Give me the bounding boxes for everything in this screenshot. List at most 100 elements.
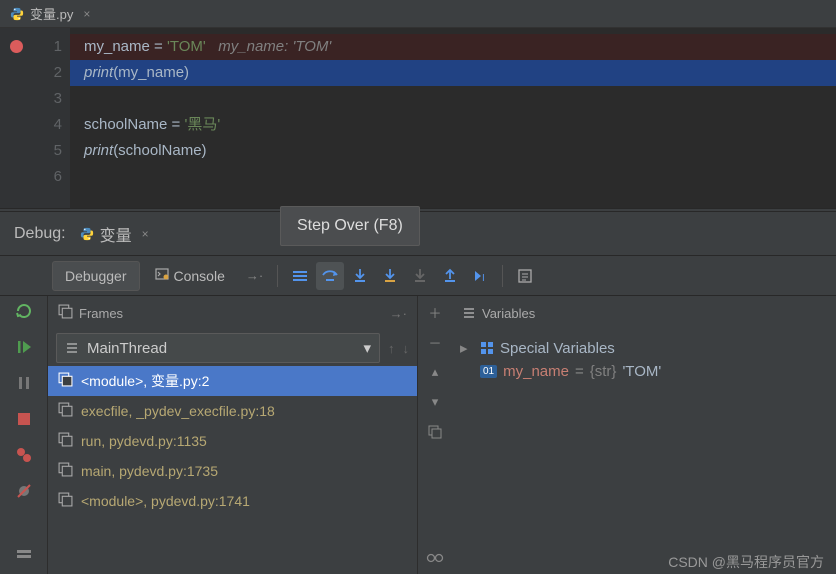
var-name: my_name — [503, 363, 569, 380]
frame-list[interactable]: <module>, 变量.py:2 execfile, _pydev_execfi… — [48, 366, 417, 574]
prev-frame-icon[interactable]: ↑ — [388, 341, 395, 356]
variables-icon — [462, 306, 476, 320]
line-number[interactable]: 2 — [0, 60, 62, 86]
editor-tab-bar: 变量.py × — [0, 0, 836, 28]
move-down-icon[interactable]: ▾ — [425, 392, 445, 412]
code-line[interactable] — [70, 86, 836, 112]
add-watch-icon[interactable]: ＋ — [425, 302, 445, 322]
expand-icon[interactable]: ▸ — [460, 339, 474, 357]
frame-item[interactable]: <module>, pydevd.py:1741 — [48, 486, 417, 516]
frame-item[interactable]: main, pydevd.py:1735 — [48, 456, 417, 486]
frames-icon — [58, 304, 73, 322]
step-out-icon[interactable] — [436, 262, 464, 290]
separator — [502, 265, 503, 287]
editor-tab[interactable]: 变量.py × — [0, 0, 100, 27]
debug-toolbar: Debugger Console →· I — [0, 256, 836, 296]
debug-panels: Frames →· MainThread ▾ ↑ ↓ <module>, 变量.… — [0, 296, 836, 574]
debug-run-tab[interactable]: 变量 × — [80, 222, 149, 246]
show-exec-icon[interactable] — [286, 262, 314, 290]
frame-icon — [58, 462, 73, 480]
frame-label: main, pydevd.py:1735 — [81, 463, 218, 479]
stop-icon[interactable] — [13, 408, 35, 430]
debugger-tab[interactable]: Debugger — [52, 261, 140, 291]
code-line[interactable]: schoolName = '黑马' — [70, 112, 836, 138]
line-number[interactable]: 4 — [0, 112, 62, 138]
line-gutter: 123456 — [0, 28, 70, 208]
watermark: CSDN @黑马程序员官方 — [48, 550, 836, 574]
line-number[interactable]: 3 — [0, 86, 62, 112]
var-value: 'TOM' — [622, 363, 661, 380]
separator — [277, 265, 278, 287]
frames-panel: Frames →· MainThread ▾ ↑ ↓ <module>, 变量.… — [48, 296, 418, 574]
line-number[interactable]: 1 — [0, 34, 62, 60]
force-step-icon[interactable] — [406, 262, 434, 290]
svg-text:I: I — [482, 273, 485, 284]
duplicate-icon[interactable] — [425, 422, 445, 442]
debug-sidebar — [0, 296, 48, 574]
frames-header: Frames →· — [48, 296, 417, 330]
rerun-icon[interactable] — [13, 300, 35, 322]
variables-tree[interactable]: ▸ Special Variables 01 my_name = {str} '… — [452, 330, 836, 389]
code-editor[interactable]: 123456 my_name = 'TOM' my_name: 'TOM'pri… — [0, 28, 836, 208]
close-icon[interactable]: × — [83, 7, 90, 21]
editor-tab-label: 变量.py — [30, 4, 73, 23]
chevron-down-icon: ▾ — [363, 339, 371, 357]
breakpoint-icon[interactable] — [10, 40, 23, 53]
more-icon[interactable]: →· — [246, 268, 263, 283]
frame-label: <module>, 变量.py:2 — [81, 371, 209, 391]
frame-item[interactable]: <module>, 变量.py:2 — [48, 366, 417, 396]
line-number[interactable]: 6 — [0, 164, 62, 190]
variables-title: Variables — [482, 306, 535, 321]
variables-panel: Variables ▸ Special Variables 01 my_name… — [452, 296, 836, 574]
move-up-icon[interactable]: ▴ — [425, 362, 445, 382]
debug-tab-label: 变量 — [100, 222, 132, 246]
thread-icon — [65, 341, 79, 355]
code-line[interactable]: my_name = 'TOM' my_name: 'TOM' — [70, 34, 836, 60]
frame-item[interactable]: execfile, _pydev_execfile.py:18 — [48, 396, 417, 426]
step-into-my-icon[interactable] — [376, 262, 404, 290]
close-icon[interactable]: × — [142, 227, 149, 241]
run-to-cursor-icon[interactable]: I — [466, 262, 494, 290]
restore-icon[interactable]: →· — [390, 306, 407, 321]
resume-icon[interactable] — [13, 336, 35, 358]
special-variables-node[interactable]: ▸ Special Variables — [460, 336, 828, 360]
code-line[interactable] — [70, 164, 836, 190]
var-type: {str} — [590, 363, 617, 380]
frame-icon — [58, 372, 73, 390]
frame-icon — [58, 432, 73, 450]
code-line[interactable]: print(my_name) — [70, 60, 836, 86]
step-over-icon[interactable] — [316, 262, 344, 290]
evaluate-icon[interactable] — [511, 262, 539, 290]
code-area[interactable]: my_name = 'TOM' my_name: 'TOM'print(my_n… — [70, 28, 836, 208]
console-icon — [155, 267, 169, 284]
frame-icon — [58, 492, 73, 510]
next-frame-icon[interactable]: ↓ — [403, 341, 410, 356]
thread-dropdown[interactable]: MainThread ▾ — [56, 333, 380, 363]
special-variables-label: Special Variables — [500, 340, 615, 357]
view-breakpoints-icon[interactable] — [13, 444, 35, 466]
thread-name: MainThread — [87, 340, 167, 357]
remove-watch-icon[interactable]: － — [425, 332, 445, 352]
variable-row[interactable]: 01 my_name = {str} 'TOM' — [460, 360, 828, 383]
frame-label: <module>, pydevd.py:1741 — [81, 493, 250, 509]
variables-toolbar: ＋ － ▴ ▾ — [418, 296, 452, 574]
debug-label: Debug: — [14, 225, 66, 243]
mute-breakpoints-icon[interactable] — [13, 480, 35, 502]
step-into-icon[interactable] — [346, 262, 374, 290]
layout-icon[interactable] — [13, 544, 35, 566]
console-tab[interactable]: Console — [142, 260, 238, 291]
pause-icon[interactable] — [13, 372, 35, 394]
frame-icon — [58, 402, 73, 420]
frame-label: execfile, _pydev_execfile.py:18 — [81, 403, 275, 419]
frame-label: run, pydevd.py:1135 — [81, 433, 207, 449]
debug-header: Debug: 变量 × Step Over (F8) — [0, 212, 836, 256]
step-over-tooltip: Step Over (F8) — [280, 206, 420, 246]
line-number[interactable]: 5 — [0, 138, 62, 164]
group-icon — [480, 341, 494, 355]
var-badge: 01 — [480, 365, 497, 378]
frames-title: Frames — [79, 306, 123, 321]
thread-selector-row: MainThread ▾ ↑ ↓ — [48, 330, 417, 366]
python-icon — [80, 227, 94, 241]
frame-item[interactable]: run, pydevd.py:1135 — [48, 426, 417, 456]
code-line[interactable]: print(schoolName) — [70, 138, 836, 164]
